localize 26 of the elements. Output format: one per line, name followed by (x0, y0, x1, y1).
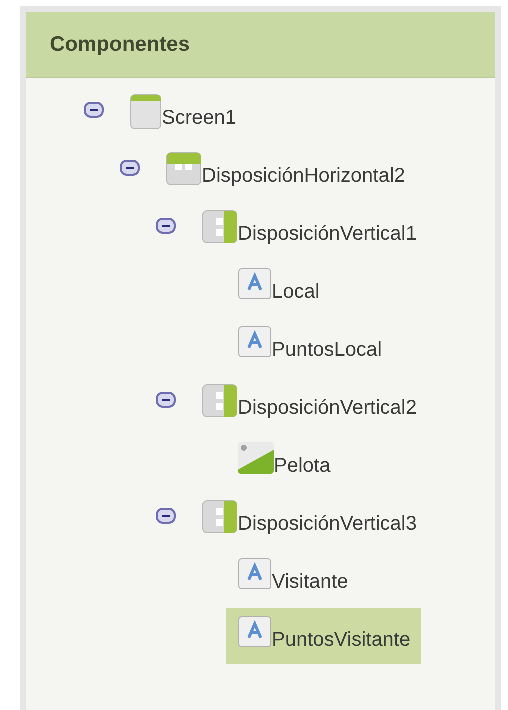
collapse-toggle-icon[interactable] (84, 102, 104, 118)
tree-item[interactable]: PuntosLocal (226, 318, 392, 374)
tree-item[interactable]: DisposiciónVertical2 (190, 376, 427, 432)
collapse-toggle-icon[interactable] (156, 392, 176, 408)
tree-item[interactable]: DisposiciónVertical3 (190, 492, 427, 548)
tree-item[interactable]: Screen1 (118, 86, 246, 142)
vertical-layout-icon (202, 500, 238, 534)
tree-item[interactable]: Visitante (226, 550, 358, 606)
text-label-icon (238, 616, 272, 648)
collapse-toggle-icon[interactable] (120, 160, 140, 176)
text-label-icon (238, 326, 272, 358)
panel-title: Componentes (50, 32, 190, 58)
text-label-icon (238, 558, 272, 590)
screen-icon (130, 94, 162, 130)
text-label-icon (238, 268, 272, 300)
vertical-layout-icon (202, 210, 238, 244)
collapse-toggle-icon[interactable] (156, 218, 176, 234)
tree-item[interactable]: PuntosVisitante (226, 608, 421, 664)
vertical-layout-icon (202, 384, 238, 418)
tree-item[interactable]: DisposiciónVertical1 (190, 202, 427, 258)
collapse-toggle-icon[interactable] (156, 508, 176, 524)
tree-item[interactable]: Local (226, 260, 330, 316)
tree-item[interactable]: Pelota (226, 434, 341, 490)
tree-item[interactable]: DisposiciónHorizontal2 (154, 144, 416, 200)
image-icon (238, 442, 274, 474)
horizontal-layout-icon (166, 152, 202, 186)
